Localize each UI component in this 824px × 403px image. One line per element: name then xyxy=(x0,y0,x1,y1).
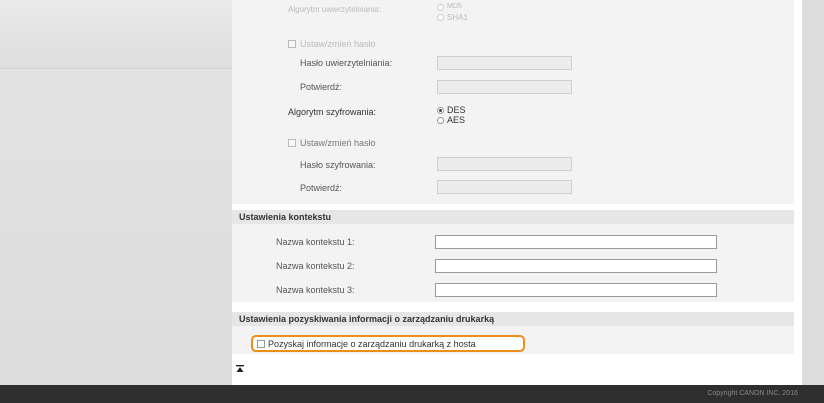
auth-algorithm-label: Algorytm uwierzytelniania: xyxy=(288,5,381,14)
back-to-top-icon[interactable] xyxy=(236,365,244,375)
auth-sha1-label: SHA1 xyxy=(447,13,468,22)
context-name-3-label: Nazwa kontekstu 3: xyxy=(276,285,355,295)
auth-md5-label: MD5 xyxy=(447,3,462,10)
context-name-2-label: Nazwa kontekstu 2: xyxy=(276,261,355,271)
encryption-algorithm-label: Algorytm szyfrowania: xyxy=(288,107,377,117)
printer-mgmt-header: Ustawienia pozyskiwania informacji o zar… xyxy=(232,312,794,326)
context-settings-header: Ustawienia kontekstu xyxy=(232,210,794,224)
sidebar xyxy=(0,0,232,385)
context-name-1-label: Nazwa kontekstu 1: xyxy=(276,237,355,247)
set-auth-password-checkbox[interactable] xyxy=(288,40,296,48)
auth-confirm-input[interactable] xyxy=(437,80,572,94)
context-name-1-input[interactable] xyxy=(435,235,717,249)
auth-confirm-label: Potwierdź: xyxy=(300,82,343,92)
context-settings-title: Ustawienia kontekstu xyxy=(239,212,332,222)
set-enc-password-label: Ustaw/zmień hasło xyxy=(300,138,376,148)
printer-mgmt-checkbox[interactable] xyxy=(257,340,265,348)
enc-confirm-label: Potwierdź: xyxy=(300,183,343,193)
enc-password-input[interactable] xyxy=(437,157,572,171)
context-name-2-input[interactable] xyxy=(435,259,717,273)
set-auth-password-label: Ustaw/zmień hasło xyxy=(300,39,376,49)
auth-sha1-radio[interactable] xyxy=(437,14,444,21)
encryption-des-label: DES xyxy=(447,105,466,115)
encryption-aes-radio[interactable] xyxy=(437,117,444,124)
enc-confirm-input[interactable] xyxy=(437,180,572,194)
encryption-aes-label: AES xyxy=(447,115,466,125)
auth-password-input[interactable] xyxy=(437,56,572,70)
auth-password-label: Hasło uwierzytelniania: xyxy=(300,58,393,68)
sidebar-header xyxy=(0,0,232,69)
enc-password-label: Hasło szyfrowania: xyxy=(300,160,376,170)
copyright-text: Copyright CANON INC. 2016 xyxy=(707,390,798,397)
auth-md5-radio[interactable] xyxy=(437,4,444,11)
printer-mgmt-checkbox-label[interactable]: Pozyskaj informacje o zarządzaniu drukar… xyxy=(268,339,476,349)
footer: Copyright CANON INC. 2016 xyxy=(0,385,824,403)
encryption-des-radio[interactable] xyxy=(437,107,444,114)
right-gutter xyxy=(802,0,824,385)
context-name-3-input[interactable] xyxy=(435,283,717,297)
snmpv3-settings-panel xyxy=(232,0,794,204)
printer-mgmt-title: Ustawienia pozyskiwania informacji o zar… xyxy=(239,314,495,324)
set-enc-password-checkbox[interactable] xyxy=(288,139,296,147)
